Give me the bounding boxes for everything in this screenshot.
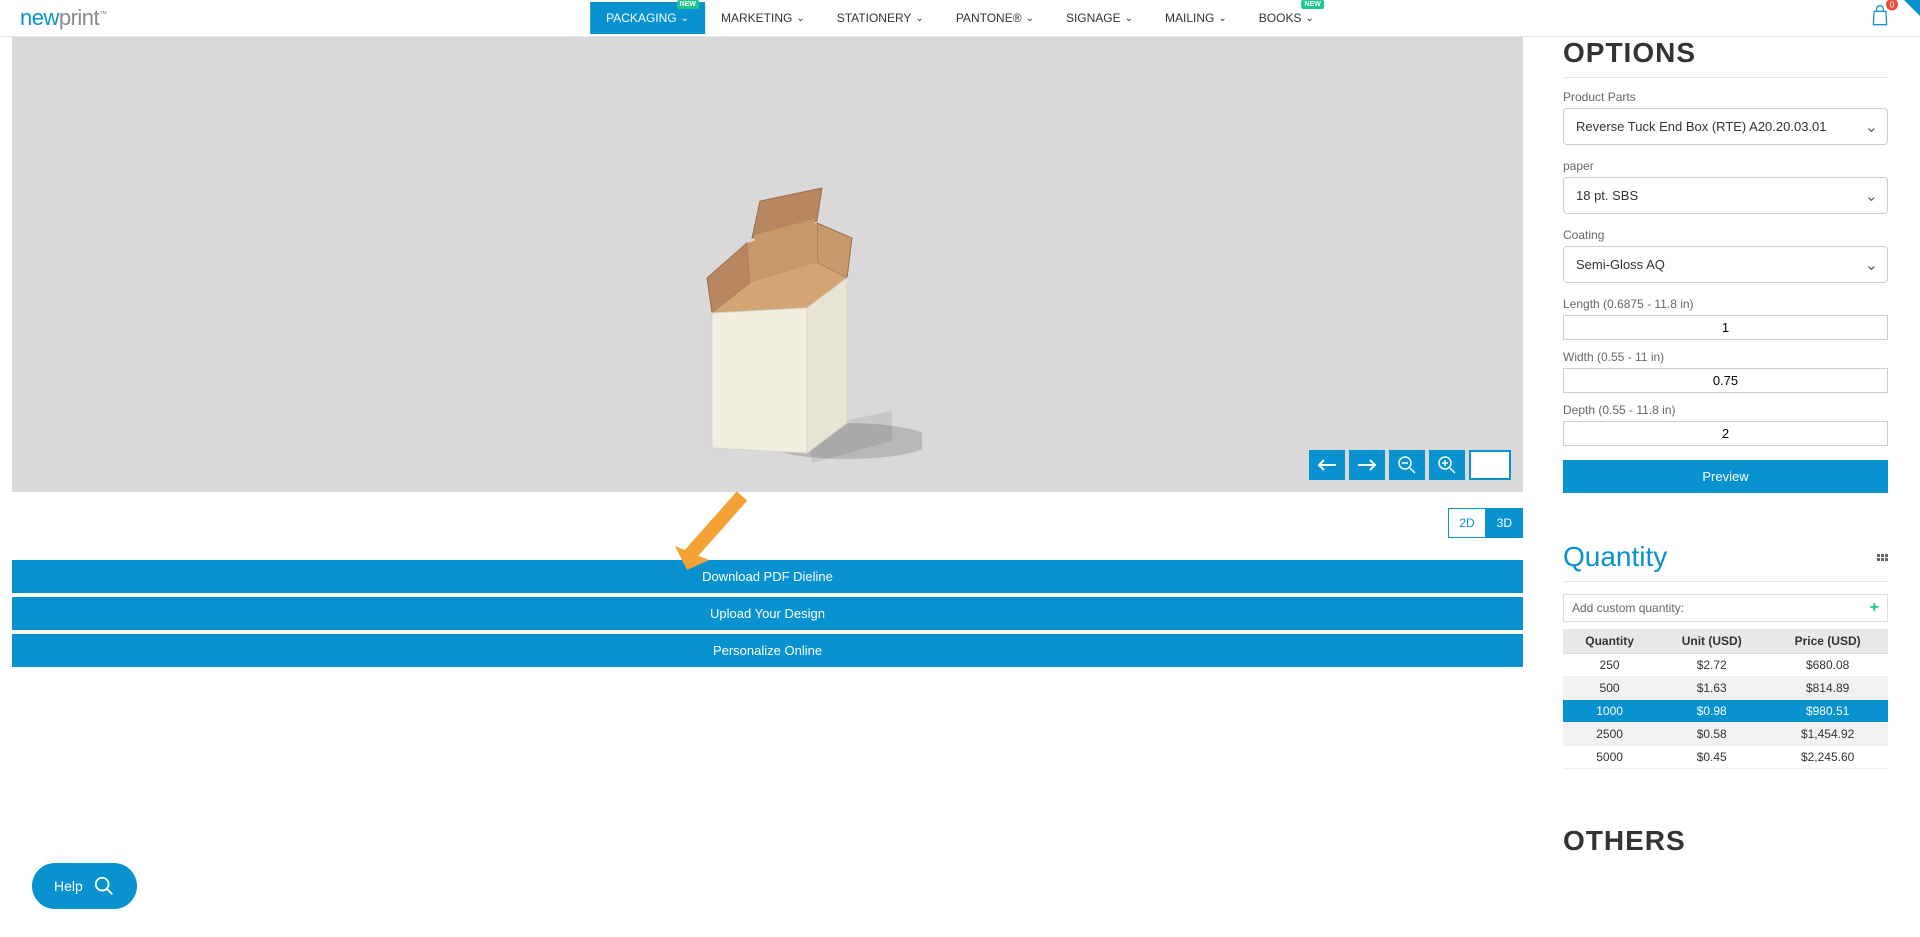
nav-mailing[interactable]: MAILING ⌄	[1149, 2, 1243, 34]
arrow-right-icon	[1356, 456, 1378, 474]
width-input[interactable]	[1563, 368, 1888, 393]
search-icon	[93, 875, 115, 897]
others-heading: OTHERS	[1563, 825, 1888, 865]
coating-select[interactable]: Semi-Gloss AQ	[1563, 246, 1888, 283]
paper-select[interactable]: 18 pt. SBS	[1563, 177, 1888, 214]
2d-button[interactable]: 2D	[1448, 508, 1485, 538]
cart-count-badge: 0	[1886, 0, 1898, 11]
chevron-down-icon: ⌄	[915, 13, 923, 24]
product-3d-viewer[interactable]	[12, 37, 1523, 492]
unit-header: Unit (USD)	[1656, 629, 1767, 654]
next-button[interactable]	[1349, 450, 1385, 480]
3d-button[interactable]: 3D	[1486, 508, 1523, 538]
quantity-row[interactable]: 250$2.72$680.08	[1563, 654, 1888, 677]
depth-label: Depth (0.55 - 11.8 in)	[1563, 403, 1888, 417]
quantity-cell-qty: 500	[1563, 677, 1656, 700]
quantity-cell-unit: $2.72	[1656, 654, 1767, 677]
quantity-cell-qty: 2500	[1563, 723, 1656, 746]
quantity-cell-price: $2,245.60	[1767, 746, 1888, 769]
quantity-cell-qty: 1000	[1563, 700, 1656, 723]
product-parts-label: Product Parts	[1563, 90, 1888, 104]
nav-signage-label: SIGNAGE	[1066, 11, 1121, 25]
upload-design-button[interactable]: Upload Your Design	[12, 597, 1523, 630]
chevron-down-icon: ⌄	[1305, 13, 1313, 24]
personalize-online-button[interactable]: Personalize Online	[12, 634, 1523, 667]
options-heading: OPTIONS	[1563, 37, 1888, 78]
cart-button[interactable]: 0	[1870, 5, 1890, 32]
preview-button[interactable]: Preview	[1563, 460, 1888, 493]
product-parts-select[interactable]: Reverse Tuck End Box (RTE) A20.20.03.01	[1563, 108, 1888, 145]
box-3d-render	[692, 183, 922, 473]
quantity-cell-price: $680.08	[1767, 654, 1888, 677]
quantity-row[interactable]: 5000$0.45$2,245.60	[1563, 746, 1888, 769]
nav-pantone-label: PANTONE®	[956, 11, 1022, 25]
length-input[interactable]	[1563, 315, 1888, 340]
zoom-in-button[interactable]	[1429, 450, 1465, 480]
nav-packaging[interactable]: PACKAGING ⌄ NEW	[590, 2, 705, 34]
custom-quantity-row: Add custom quantity: +	[1563, 594, 1888, 622]
quantity-cell-qty: 5000	[1563, 746, 1656, 769]
custom-quantity-label: Add custom quantity:	[1572, 601, 1684, 615]
quantity-row[interactable]: 500$1.63$814.89	[1563, 677, 1888, 700]
quantity-heading: Quantity	[1563, 541, 1888, 582]
logo-part1: new	[20, 5, 59, 30]
download-dieline-button[interactable]: Download PDF Dieline	[12, 560, 1523, 593]
nav-signage[interactable]: SIGNAGE ⌄	[1050, 2, 1149, 34]
arrow-left-icon	[1316, 456, 1338, 474]
viewer-controls	[1309, 450, 1511, 480]
add-quantity-button[interactable]: +	[1870, 599, 1879, 617]
chevron-down-icon: ⌄	[796, 13, 804, 24]
nav-books[interactable]: BOOKS ⌄ NEW	[1243, 2, 1330, 34]
quantity-row[interactable]: 2500$0.58$1,454.92	[1563, 723, 1888, 746]
zoom-in-icon	[1437, 455, 1457, 475]
quantity-cell-price: $814.89	[1767, 677, 1888, 700]
view-dimension-toggle: 2D 3D	[12, 508, 1523, 538]
logo-tm: ™	[99, 10, 107, 19]
grid-icon[interactable]	[1877, 554, 1888, 561]
quantity-cell-unit: $1.63	[1656, 677, 1767, 700]
width-label: Width (0.55 - 11 in)	[1563, 350, 1888, 364]
chevron-down-icon: ⌄	[681, 13, 689, 24]
zoom-out-icon	[1397, 455, 1417, 475]
quantity-cell-unit: $0.98	[1656, 700, 1767, 723]
nav-stationery[interactable]: STATIONERY ⌄	[821, 2, 940, 34]
quantity-row[interactable]: 1000$0.98$980.51	[1563, 700, 1888, 723]
main-nav: PACKAGING ⌄ NEW MARKETING ⌄ STATIONERY ⌄…	[590, 2, 1330, 34]
logo-part2: print	[59, 5, 99, 30]
qty-header: Quantity	[1563, 629, 1656, 654]
nav-books-label: BOOKS	[1259, 11, 1302, 25]
quantity-cell-price: $1,454.92	[1767, 723, 1888, 746]
quantity-title-text: Quantity	[1563, 541, 1667, 573]
depth-input[interactable]	[1563, 421, 1888, 446]
quantity-cell-unit: $0.45	[1656, 746, 1767, 769]
view-mode-toggle[interactable]	[1469, 450, 1511, 480]
new-badge: NEW	[1302, 0, 1324, 9]
nav-marketing-label: MARKETING	[721, 11, 792, 25]
quantity-cell-price: $980.51	[1767, 700, 1888, 723]
prev-button[interactable]	[1309, 450, 1345, 480]
quantity-cell-unit: $0.58	[1656, 723, 1767, 746]
nav-stationery-label: STATIONERY	[837, 11, 912, 25]
nav-mailing-label: MAILING	[1165, 11, 1214, 25]
logo[interactable]: newprint™	[20, 5, 107, 31]
chevron-down-icon: ⌄	[1125, 13, 1133, 24]
price-header: Price (USD)	[1767, 629, 1888, 654]
chevron-down-icon: ⌄	[1026, 13, 1034, 24]
zoom-out-button[interactable]	[1389, 450, 1425, 480]
paper-label: paper	[1563, 159, 1888, 173]
quantity-table: Quantity Unit (USD) Price (USD) 250$2.72…	[1563, 629, 1888, 769]
quantity-cell-qty: 250	[1563, 654, 1656, 677]
new-badge: NEW	[677, 0, 699, 9]
corner-triangle-icon[interactable]	[1904, 0, 1920, 16]
nav-packaging-label: PACKAGING	[606, 11, 676, 25]
help-label: Help	[54, 878, 83, 894]
help-widget[interactable]: Help	[32, 863, 137, 909]
top-nav: newprint™ PACKAGING ⌄ NEW MARKETING ⌄ ST…	[0, 0, 1920, 37]
nav-pantone[interactable]: PANTONE® ⌄	[940, 2, 1050, 34]
nav-marketing[interactable]: MARKETING ⌄	[705, 2, 821, 34]
chevron-down-icon: ⌄	[1218, 13, 1226, 24]
coating-label: Coating	[1563, 228, 1888, 242]
length-label: Length (0.6875 - 11.8 in)	[1563, 297, 1888, 311]
